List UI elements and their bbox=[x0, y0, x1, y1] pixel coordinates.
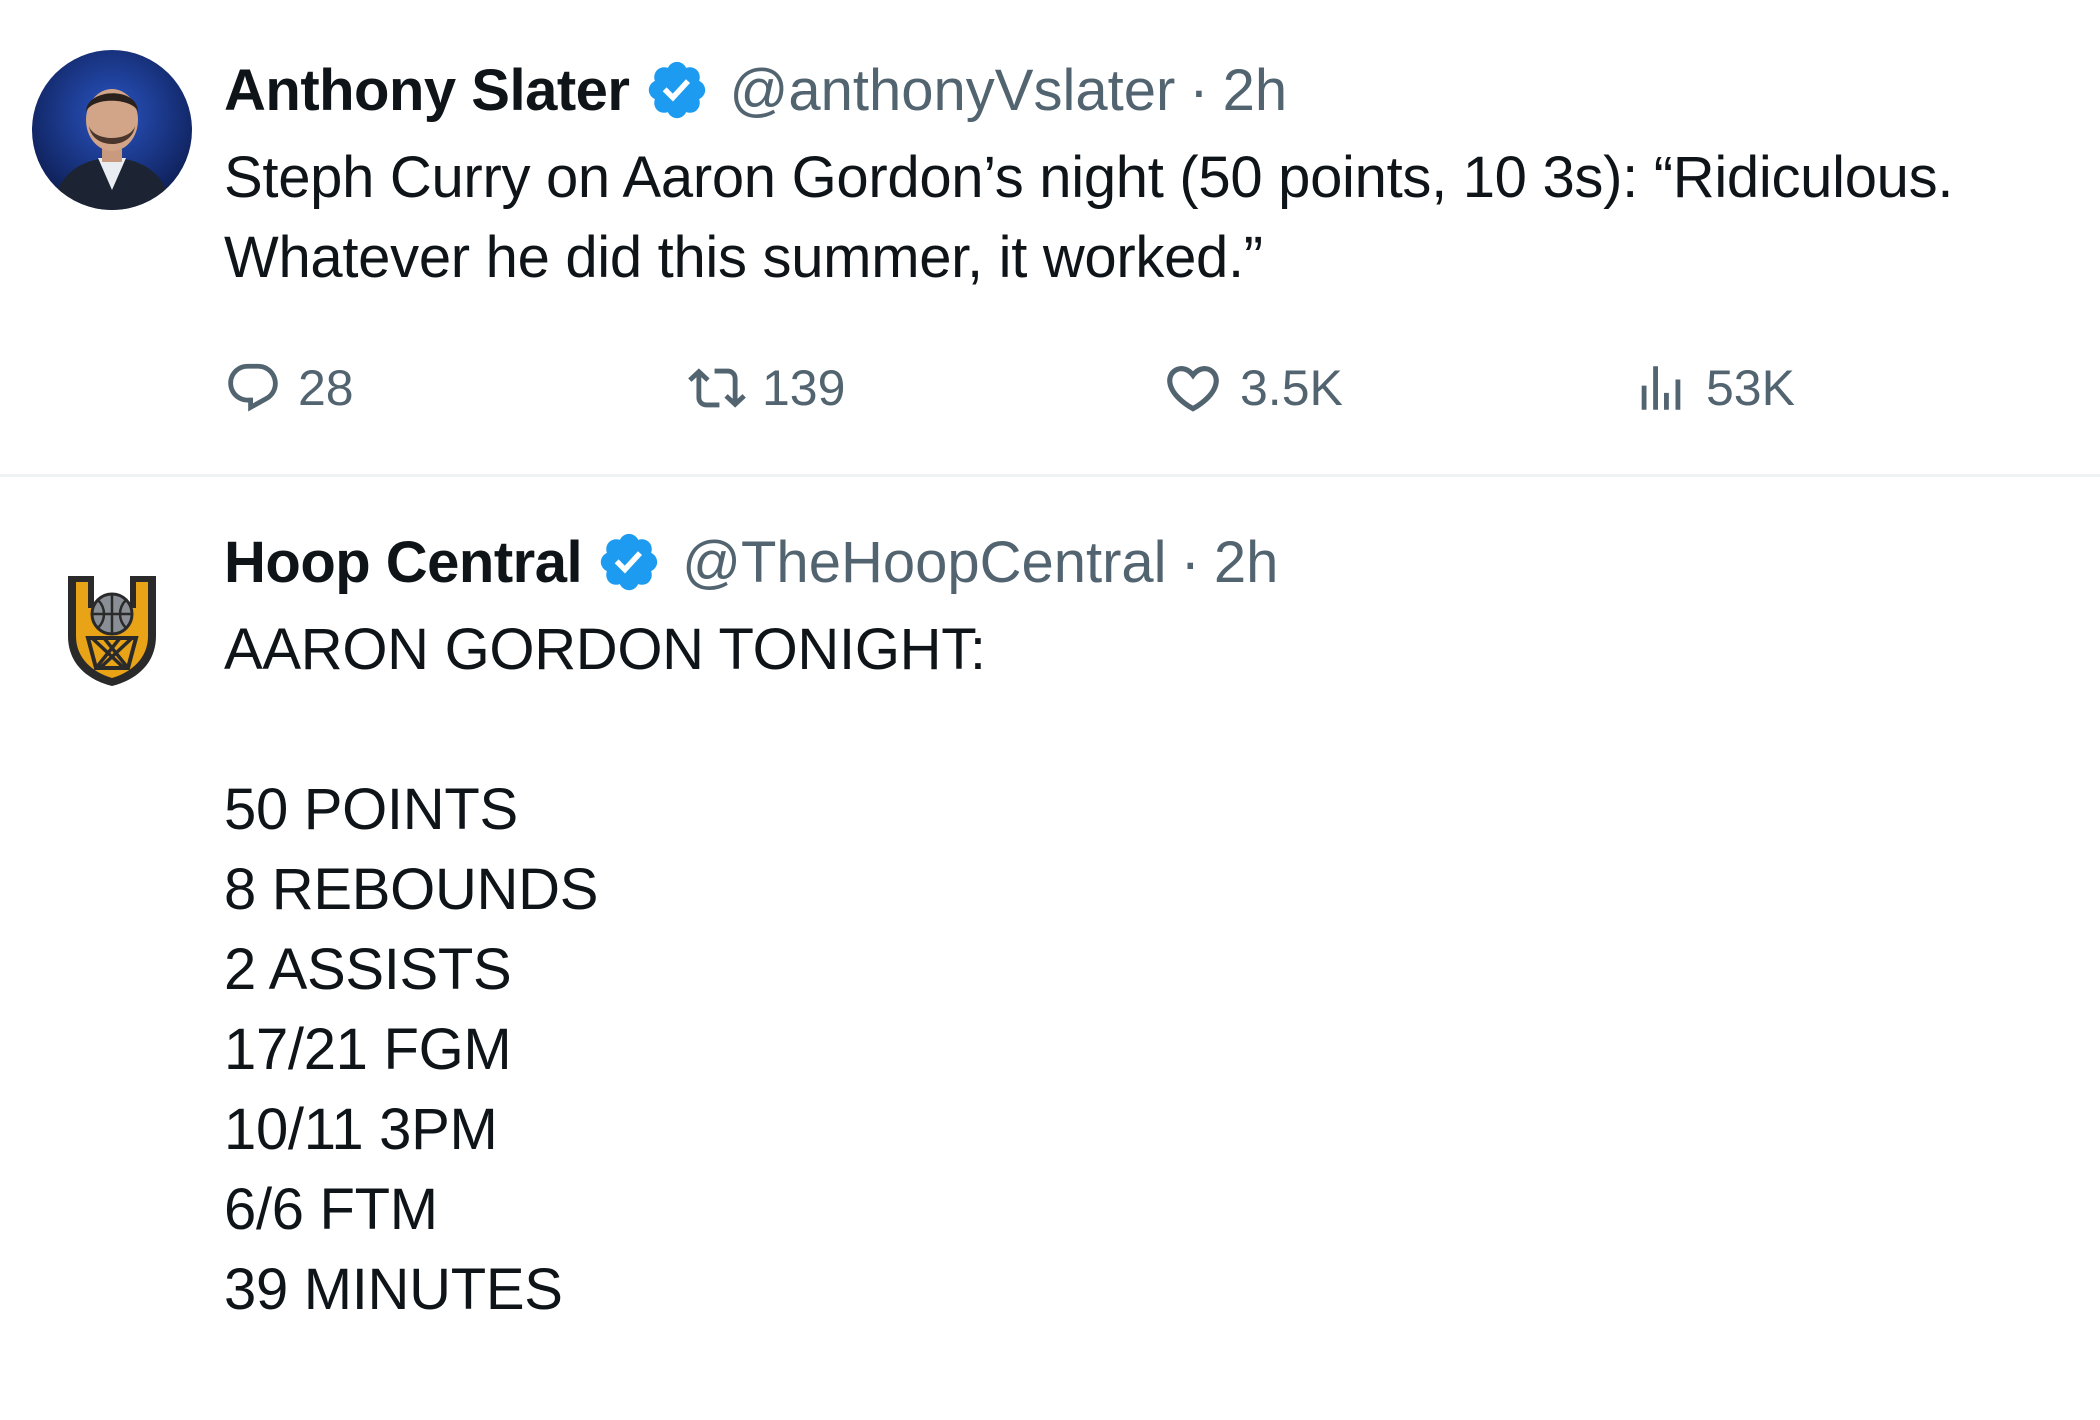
tweet-hoop-central[interactable]: Hoop Central @TheHoopCentral · 2h AARON … bbox=[0, 476, 2100, 1420]
tweet-timestamp[interactable]: 2h bbox=[1214, 529, 1279, 596]
author-name[interactable]: Hoop Central bbox=[224, 529, 583, 596]
retweet-count: 139 bbox=[762, 360, 846, 416]
views-button[interactable]: 53K bbox=[1632, 350, 1795, 426]
verified-badge-icon bbox=[596, 529, 662, 595]
reply-count: 28 bbox=[298, 360, 354, 416]
avatar-anthony-slater[interactable] bbox=[32, 50, 192, 210]
tweet-text: AARON GORDON TONIGHT: 50 POINTS 8 REBOUN… bbox=[224, 617, 986, 1322]
reply-icon bbox=[224, 359, 282, 417]
retweet-icon bbox=[688, 359, 746, 417]
heart-icon bbox=[1162, 357, 1224, 419]
meta-separator: · bbox=[1189, 57, 1209, 123]
author-name[interactable]: Anthony Slater bbox=[224, 57, 630, 124]
view-count: 53K bbox=[1706, 360, 1795, 416]
tweet-timestamp[interactable]: 2h bbox=[1223, 57, 1288, 124]
avatar-hoop-central[interactable] bbox=[32, 540, 192, 700]
tweet-anthony-slater[interactable]: Anthony Slater @anthonyVslater · 2h Step… bbox=[0, 0, 2100, 474]
analytics-bar-icon bbox=[1632, 359, 1690, 417]
verified-badge-icon bbox=[644, 57, 710, 123]
retweet-button[interactable]: 139 bbox=[688, 350, 845, 426]
like-count: 3.5K bbox=[1240, 360, 1343, 416]
meta-separator: · bbox=[1180, 529, 1200, 595]
reply-button[interactable]: 28 bbox=[224, 350, 354, 426]
tweet-header: Anthony Slater @anthonyVslater · 2h bbox=[224, 50, 1287, 130]
author-handle[interactable]: @TheHoopCentral bbox=[682, 529, 1166, 596]
tweet-header: Hoop Central @TheHoopCentral · 2h bbox=[224, 522, 1278, 602]
tweet-actions: 28 139 3.5K 53K bbox=[224, 350, 1924, 426]
like-button[interactable]: 3.5K bbox=[1162, 350, 1343, 426]
author-handle[interactable]: @anthonyVslater bbox=[730, 57, 1176, 124]
tweet-text: Steph Curry on Aaron Gordon’s night (50 … bbox=[224, 145, 1969, 290]
